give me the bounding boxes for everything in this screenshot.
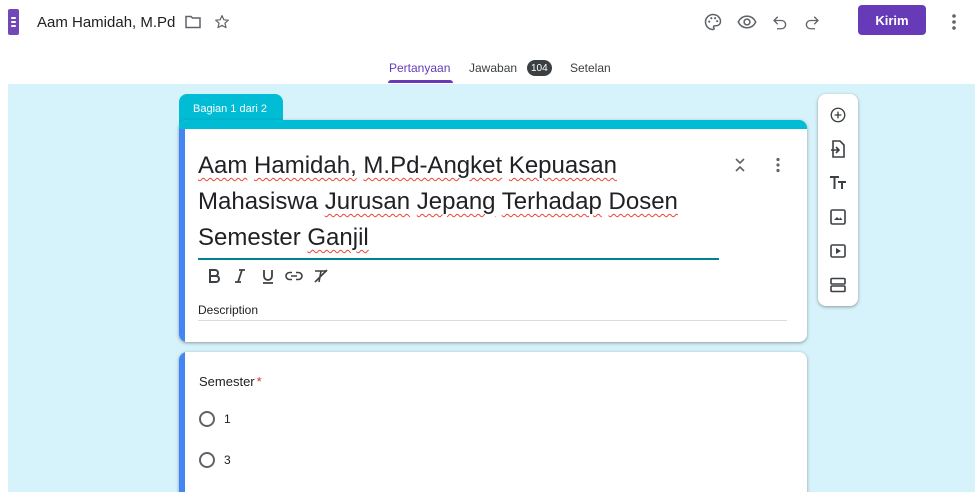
active-card-indicator xyxy=(179,129,185,342)
add-title-icon[interactable] xyxy=(826,171,850,195)
preview-eye-icon[interactable] xyxy=(735,10,759,34)
add-image-icon[interactable] xyxy=(826,205,850,229)
question-card[interactable]: Semester * 1 3 xyxy=(179,352,807,492)
title-input-underline xyxy=(198,258,719,260)
form-editor-canvas: Bagian 1 dari 2 Aam Hamidah, M.Pd-Angket… xyxy=(8,84,975,492)
import-questions-icon[interactable] xyxy=(826,137,850,161)
add-video-icon[interactable] xyxy=(826,239,850,263)
section-more-icon[interactable] xyxy=(769,154,787,176)
top-bar: Aam Hamidah, M.Pd Kirim xyxy=(0,0,975,48)
form-title-card[interactable]: Aam Hamidah, M.Pd-Angket Kepuasan Mahasi… xyxy=(179,120,807,342)
radio-option-label: 1 xyxy=(224,412,231,426)
tab-questions[interactable]: Pertanyaan xyxy=(389,61,450,75)
question-card-indicator xyxy=(179,352,185,492)
star-icon[interactable] xyxy=(212,12,232,32)
floating-toolbar xyxy=(818,94,858,306)
document-title[interactable]: Aam Hamidah, M.Pd xyxy=(37,14,175,31)
radio-option[interactable]: 1 xyxy=(199,409,231,429)
response-count-badge: 104 xyxy=(527,60,552,76)
tab-settings[interactable]: Setelan xyxy=(570,61,611,75)
add-question-icon[interactable] xyxy=(826,103,850,127)
description-underline xyxy=(198,320,787,321)
undo-icon[interactable] xyxy=(768,10,792,34)
bold-icon[interactable] xyxy=(203,265,225,287)
palette-icon[interactable] xyxy=(701,10,725,34)
theme-top-strip xyxy=(179,120,807,129)
send-button[interactable]: Kirim xyxy=(858,5,926,35)
radio-button[interactable] xyxy=(199,452,215,468)
folder-icon[interactable] xyxy=(183,12,203,32)
collapse-section-icon[interactable] xyxy=(731,154,749,176)
radio-option-label: 3 xyxy=(224,453,231,467)
required-asterisk: * xyxy=(256,374,262,389)
underline-icon[interactable] xyxy=(257,265,279,287)
clear-format-icon[interactable] xyxy=(310,265,332,287)
radio-button[interactable] xyxy=(199,411,215,427)
italic-icon[interactable] xyxy=(229,265,251,287)
link-icon[interactable] xyxy=(283,265,305,287)
form-tabs: Pertanyaan Jawaban 104 Setelan xyxy=(0,54,975,84)
form-title[interactable]: Aam Hamidah, M.Pd-Angket Kepuasan Mahasi… xyxy=(198,148,728,256)
tab-responses[interactable]: Jawaban xyxy=(469,61,517,75)
question-title[interactable]: Semester * xyxy=(199,374,262,389)
form-description-field[interactable]: Description xyxy=(198,303,258,317)
active-tab-indicator xyxy=(388,80,453,83)
radio-option[interactable]: 3 xyxy=(199,450,231,470)
forms-logo-icon[interactable] xyxy=(8,9,19,35)
add-section-icon[interactable] xyxy=(826,273,850,297)
more-vert-icon[interactable] xyxy=(942,10,966,34)
redo-icon[interactable] xyxy=(800,10,824,34)
